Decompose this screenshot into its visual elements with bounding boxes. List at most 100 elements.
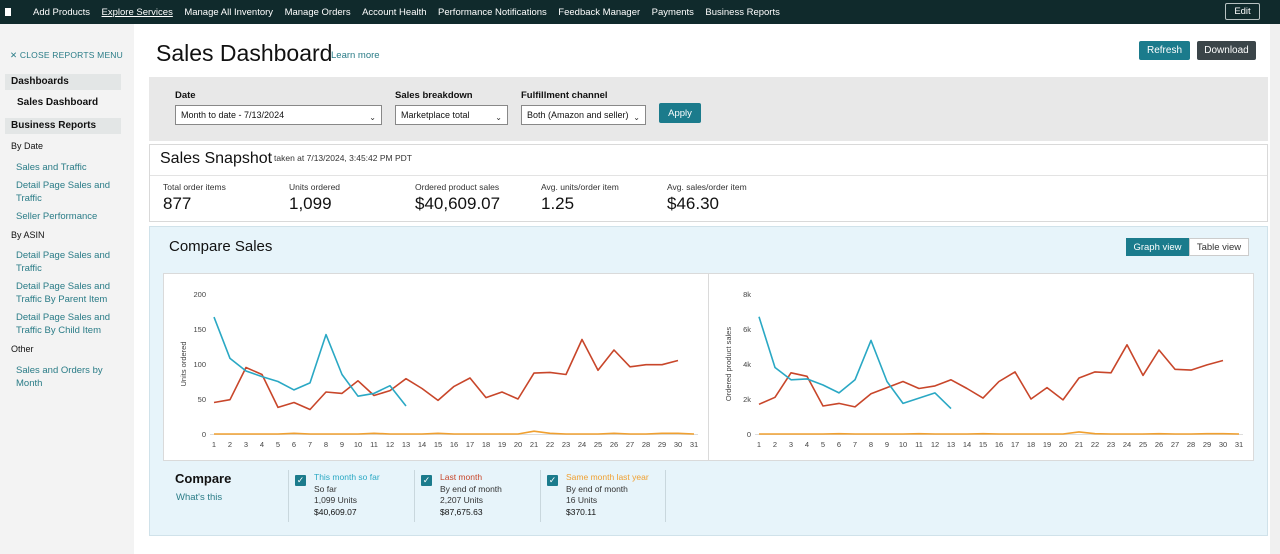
- x-tick-label: 17: [466, 440, 474, 449]
- x-tick-label: 21: [530, 440, 538, 449]
- checkbox-this-month[interactable]: ✓: [295, 475, 306, 486]
- nav-business-reports[interactable]: Business Reports: [705, 7, 779, 18]
- x-tick-label: 11: [370, 440, 378, 449]
- menu-icon[interactable]: [5, 8, 11, 16]
- series-line-this-month-so-far: [758, 316, 952, 410]
- x-tick-label: 25: [1139, 440, 1147, 449]
- fulfillment-select[interactable]: Both (Amazon and seller) ⌄: [521, 105, 646, 125]
- sidebar-item-asin-parent-item[interactable]: Detail Page Sales and Traffic By Parent …: [16, 281, 116, 306]
- x-tick-label: 23: [1107, 440, 1115, 449]
- sidebar-item-sales-traffic[interactable]: Sales and Traffic: [16, 162, 116, 175]
- page-scrollbar[interactable]: [1270, 24, 1280, 554]
- x-tick-label: 27: [626, 440, 634, 449]
- x-tick-label: 1: [212, 440, 216, 449]
- x-tick-label: 14: [418, 440, 426, 449]
- legend-this-month: ✓ This month so far So far 1,099 Units $…: [288, 470, 414, 522]
- x-tick-label: 9: [885, 440, 889, 449]
- y-tick-label: 50: [198, 395, 206, 404]
- snapshot-timestamp: taken at 7/13/2024, 3:45:42 PM PDT: [274, 153, 412, 163]
- metric-total-order-items-label: Total order items: [163, 182, 226, 192]
- refresh-button[interactable]: Refresh: [1139, 41, 1190, 60]
- x-tick-label: 6: [837, 440, 841, 449]
- x-tick-label: 2: [228, 440, 232, 449]
- x-tick-label: 9: [340, 440, 344, 449]
- series-line-last-month: [758, 344, 1224, 408]
- edit-button[interactable]: Edit: [1225, 3, 1260, 20]
- snapshot-divider: [150, 175, 1267, 176]
- x-tick-label: 4: [260, 440, 264, 449]
- metric-units-ordered-label: Units ordered: [289, 182, 341, 192]
- sidebar-item-sales-dashboard[interactable]: Sales Dashboard: [17, 97, 98, 108]
- legend-this-month-name: This month so far: [314, 472, 380, 482]
- sidebar-item-detail-page-sales[interactable]: Detail Page Sales and Traffic: [16, 180, 116, 205]
- compare-label: Compare: [175, 471, 232, 486]
- nav-feedback-manager[interactable]: Feedback Manager: [558, 7, 640, 18]
- x-tick-label: 5: [276, 440, 280, 449]
- fulfillment-filter-label: Fulfillment channel: [521, 90, 608, 101]
- whats-this-link[interactable]: What's this: [176, 492, 222, 503]
- legend-last-year-line1: By end of month: [566, 484, 628, 494]
- units-chart-panel: 0 50 100 150 200 Units ordered 1 2 3 4 5 6 7 8 9 10 11 12…: [163, 273, 709, 461]
- y-tick-label: 150: [193, 325, 206, 334]
- x-tick-label: 12: [931, 440, 939, 449]
- checkbox-last-month[interactable]: ✓: [421, 475, 432, 486]
- legend-last-year: ✓ Same month last year By end of month 1…: [540, 470, 666, 522]
- y-tick-label: 200: [193, 290, 206, 299]
- legend-last-month-line1: By end of month: [440, 484, 502, 494]
- y-axis-label: Ordered product sales: [724, 327, 733, 401]
- top-nav: Add Products Explore Services Manage All…: [0, 0, 1280, 24]
- x-tick-label: 23: [562, 440, 570, 449]
- x-tick-label: 10: [354, 440, 362, 449]
- date-filter-label: Date: [175, 90, 196, 101]
- metric-avg-units-label: Avg. units/order item: [541, 182, 619, 192]
- graph-view-button[interactable]: Graph view: [1126, 238, 1189, 256]
- download-button[interactable]: Download: [1197, 41, 1256, 60]
- nav-manage-inventory[interactable]: Manage All Inventory: [184, 7, 273, 18]
- metric-total-order-items-value: 877: [163, 194, 192, 213]
- sidebar-item-sales-orders-month[interactable]: Sales and Orders by Month: [16, 365, 116, 390]
- reports-sidebar: ✕ CLOSE REPORTS MENU Dashboards Sales Da…: [0, 24, 134, 554]
- breakdown-filter-label: Sales breakdown: [395, 90, 473, 101]
- metric-ordered-sales-value: $40,609.07: [415, 194, 501, 213]
- sidebar-dashboards-header: Dashboards: [5, 74, 121, 90]
- nav-performance-notifications[interactable]: Performance Notifications: [438, 7, 547, 18]
- x-tick-label: 25: [594, 440, 602, 449]
- sidebar-item-asin-child-item[interactable]: Detail Page Sales and Traffic By Child I…: [16, 312, 116, 337]
- sales-chart-panel: 0 2k 4k 6k 8k Ordered product sales 1 2 3 4 5 6 7 8 9 1…: [708, 273, 1254, 461]
- metric-ordered-sales-label: Ordered product sales: [415, 182, 500, 192]
- x-tick-label: 20: [1059, 440, 1067, 449]
- legend-last-month-name: Last month: [440, 472, 483, 482]
- nav-payments[interactable]: Payments: [652, 7, 694, 18]
- date-select[interactable]: Month to date - 7/13/2024 ⌄: [175, 105, 382, 125]
- breakdown-select[interactable]: Marketplace total ⌄: [395, 105, 508, 125]
- series-line-last-month: [213, 338, 679, 411]
- x-tick-label: 28: [1187, 440, 1195, 449]
- x-tick-label: 24: [578, 440, 586, 449]
- nav-add-products[interactable]: Add Products: [33, 7, 90, 18]
- checkbox-last-year[interactable]: ✓: [547, 475, 558, 486]
- x-tick-label: 31: [690, 440, 698, 449]
- table-view-button[interactable]: Table view: [1189, 238, 1249, 256]
- x-tick-label: 18: [482, 440, 490, 449]
- y-axis-label: Units ordered: [179, 341, 188, 386]
- nav-manage-orders[interactable]: Manage Orders: [285, 7, 351, 18]
- x-tick-label: 26: [1155, 440, 1163, 449]
- x-tick-label: 14: [963, 440, 971, 449]
- sidebar-business-reports-header: Business Reports: [5, 118, 121, 134]
- sidebar-item-seller-performance[interactable]: Seller Performance: [16, 211, 116, 224]
- y-tick-label: 0: [202, 430, 206, 439]
- breakdown-select-value: Marketplace total: [401, 110, 470, 120]
- x-tick-label: 11: [915, 440, 923, 449]
- x-tick-label: 27: [1171, 440, 1179, 449]
- nav-account-health[interactable]: Account Health: [362, 7, 426, 18]
- nav-explore-services[interactable]: Explore Services: [102, 7, 173, 18]
- chevron-down-icon: ⌄: [369, 113, 376, 122]
- apply-button[interactable]: Apply: [659, 103, 701, 123]
- sidebar-item-asin-detail-page[interactable]: Detail Page Sales and Traffic: [16, 250, 116, 275]
- x-tick-label: 4: [805, 440, 809, 449]
- learn-more-link[interactable]: Learn more: [331, 50, 380, 61]
- x-tick-label: 6: [292, 440, 296, 449]
- x-tick-label: 2: [773, 440, 777, 449]
- x-tick-label: 28: [642, 440, 650, 449]
- close-reports-menu[interactable]: ✕ CLOSE REPORTS MENU: [10, 50, 123, 61]
